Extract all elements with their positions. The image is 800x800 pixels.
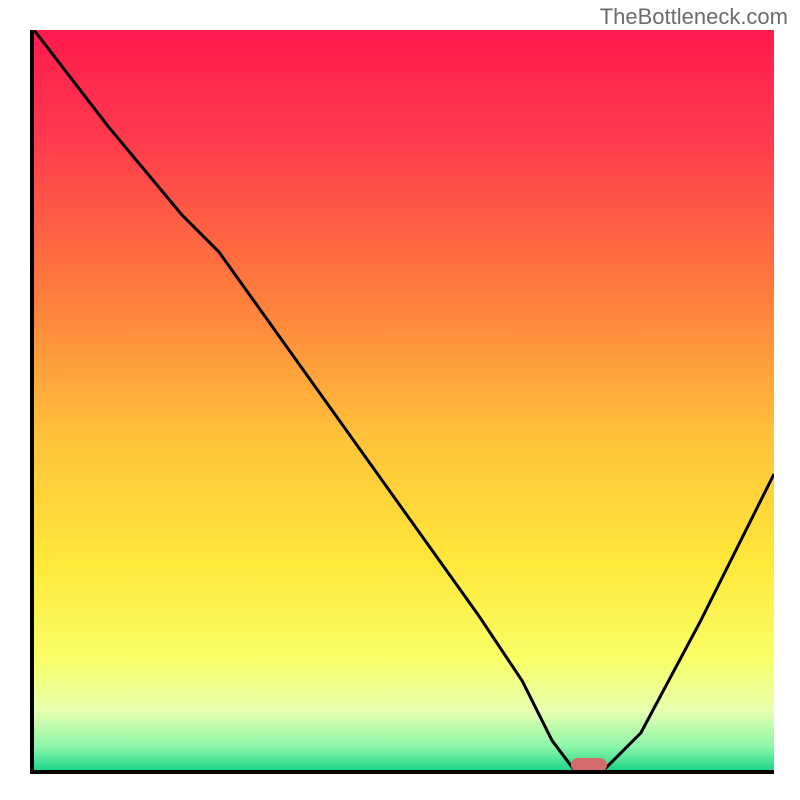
watermark-text: TheBottleneck.com [600, 4, 788, 30]
optimal-marker [571, 758, 607, 772]
plot-area [30, 30, 774, 774]
bottleneck-chart: TheBottleneck.com [0, 0, 800, 800]
bottleneck-curve-path [34, 30, 774, 770]
curve-layer [34, 30, 774, 770]
